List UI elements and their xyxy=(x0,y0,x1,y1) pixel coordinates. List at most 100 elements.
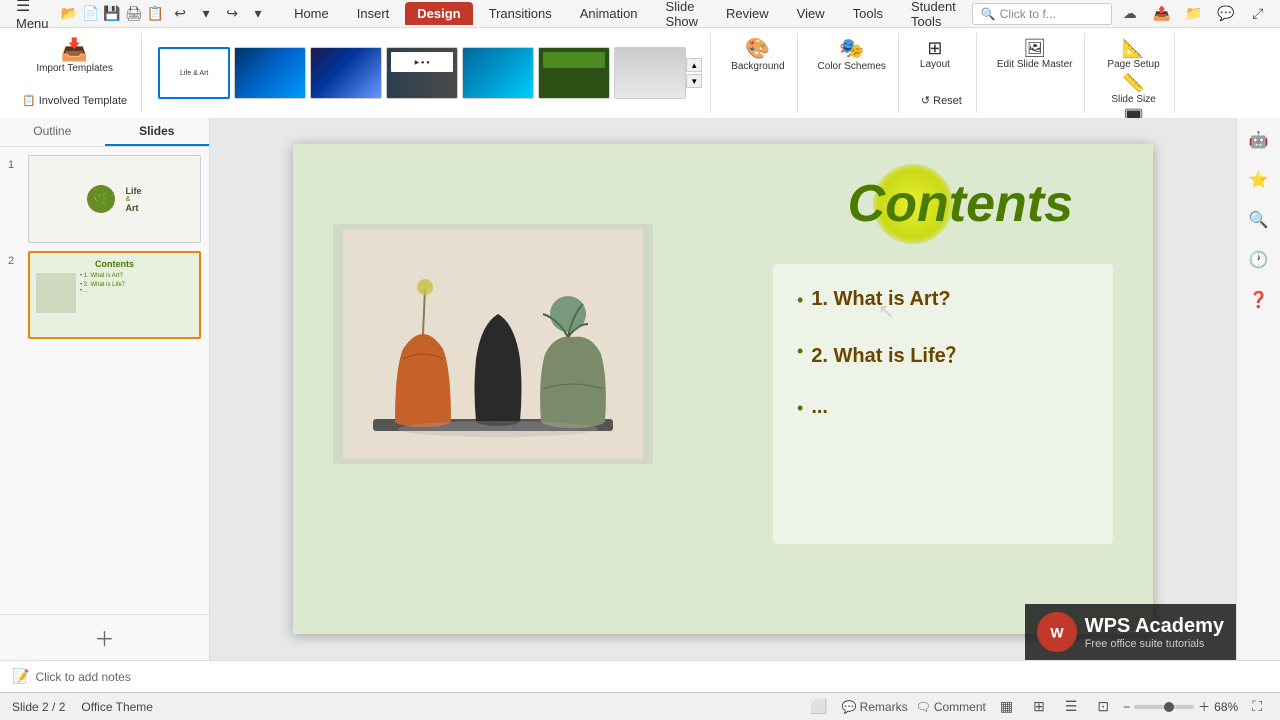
right-panel: 🤖 ⭐ 🔍 🕐 ❓ xyxy=(1236,118,1280,660)
slide-canvas[interactable]: Contents ↖ xyxy=(293,144,1153,634)
background-group: 🎨 Background xyxy=(719,33,797,113)
template-thumb-4[interactable]: ▶ ● ● xyxy=(386,47,458,99)
print-button[interactable]: 🖨 xyxy=(125,0,143,28)
template-thumb-7[interactable] xyxy=(614,47,686,99)
right-panel-btn-2[interactable]: ⭐ xyxy=(1241,162,1277,198)
ribbon-tab-transitions[interactable]: Transitions xyxy=(477,2,564,25)
strip-up-arrow[interactable]: ▲ xyxy=(686,58,702,72)
chat-icon[interactable]: 💬 xyxy=(1212,0,1240,28)
slide-thumb-1[interactable]: 🌿 Life & Art xyxy=(28,155,201,243)
redo-button[interactable]: ↪ xyxy=(220,2,244,26)
zoom-slider[interactable] xyxy=(1134,705,1194,709)
slide-canvas-wrapper: Contents ↖ xyxy=(293,144,1153,634)
undo-dropdown[interactable]: ▾ xyxy=(194,2,218,26)
zoom-level: 68% xyxy=(1214,700,1238,714)
normal-view-button[interactable]: ⬜ xyxy=(804,696,833,717)
strip-down-arrow[interactable]: ▼ xyxy=(686,74,702,88)
remarks-button[interactable]: 💬 Remarks xyxy=(842,700,908,714)
edit-slide-master-button[interactable]: 🖼 Edit Slide Master xyxy=(993,37,1077,72)
expand-icon[interactable]: ⤢ xyxy=(1244,0,1272,28)
templates-strip: Life & Art ▶ ● ● xyxy=(158,47,686,99)
slideshow-view-button[interactable]: ▦ xyxy=(994,696,1019,717)
page-setup-group: 📐 Page Setup 📏 Slide Size 🖥 Presentation xyxy=(1093,33,1174,113)
open-button[interactable]: 📂 xyxy=(61,0,78,28)
import-templates-button[interactable]: 📥 Import Templates xyxy=(32,37,117,76)
vases-svg xyxy=(343,229,643,459)
save-button[interactable]: 💾 xyxy=(103,0,120,28)
template-thumb-6[interactable] xyxy=(538,47,610,99)
svg-text:W: W xyxy=(1050,625,1064,641)
toolbar-right: 🔍 Click to f... ☁ 📤 📁 💬 ⤢ ⋯ xyxy=(972,0,1280,28)
outline-view-button[interactable]: ☰ xyxy=(1059,696,1084,717)
search-icon: 🔍 xyxy=(981,7,996,21)
cloud-icon[interactable]: ☁ xyxy=(1116,0,1144,28)
reset-icon: ↺ xyxy=(921,94,930,107)
comment-button[interactable]: 🗨 Comment xyxy=(916,700,986,714)
template-thumb-1[interactable]: Life & Art xyxy=(158,47,230,99)
layout-button[interactable]: ⊞ Layout xyxy=(915,37,955,72)
ribbon-tab-insert[interactable]: Insert xyxy=(345,2,402,25)
ribbon-tab-view[interactable]: View xyxy=(785,2,837,25)
fullscreen-button[interactable]: ⛶ xyxy=(1246,696,1268,717)
bullet-item-1: • 1. What is Art? xyxy=(797,288,1089,311)
content-box[interactable]: • 1. What is Art? • 2. What is Life？ • .… xyxy=(773,264,1113,544)
notes-icon: 📝 xyxy=(12,668,29,685)
search-box[interactable]: 🔍 Click to f... xyxy=(972,3,1112,25)
more-icon[interactable]: ⋯ xyxy=(1276,0,1280,28)
new-button[interactable]: 📄 xyxy=(82,0,99,28)
template-thumb-2[interactable] xyxy=(234,47,306,99)
master-icon: 🖼 xyxy=(1023,39,1046,57)
template-thumbnails-group: Life & Art ▶ ● ● ▲ ▼ xyxy=(150,33,711,113)
notes-text[interactable]: Click to add notes xyxy=(35,670,130,684)
slide-size-icon: 📏 xyxy=(1122,74,1144,92)
tab-slides[interactable]: Slides xyxy=(105,118,210,146)
layout-icon: ⊞ xyxy=(927,39,942,57)
zoom-in-button[interactable]: ＋ xyxy=(1198,698,1210,715)
right-panel-btn-5[interactable]: ❓ xyxy=(1241,282,1277,318)
bullet-text-3: ... xyxy=(811,396,828,419)
master-group: 🖼 Edit Slide Master xyxy=(985,33,1086,113)
slide-size-button[interactable]: 📏 Slide Size xyxy=(1107,72,1159,107)
ribbon-tab-home[interactable]: Home xyxy=(282,2,341,25)
undo-button[interactable]: ↩ xyxy=(168,2,192,26)
ribbon-tab-animation[interactable]: Animation xyxy=(568,2,650,25)
layout-items: ⊞ Layout xyxy=(915,37,955,72)
zoom-out-button[interactable]: − xyxy=(1123,700,1130,714)
template-thumb-3[interactable] xyxy=(310,47,382,99)
main-area: Outline Slides 1 🌿 Life & Art xyxy=(0,118,1280,660)
bullet-text-2: 2. What is Life？ xyxy=(811,339,965,368)
tab-outline[interactable]: Outline xyxy=(0,118,105,146)
page-setup-icon: 📐 xyxy=(1122,39,1144,57)
right-panel-btn-1[interactable]: 🤖 xyxy=(1241,122,1277,158)
involved-template-button[interactable]: 📋 Involved Template xyxy=(16,92,133,109)
right-panel-btn-3[interactable]: 🔍 xyxy=(1241,202,1277,238)
slides-list: 1 🌿 Life & Art xyxy=(0,147,209,614)
right-panel-btn-4[interactable]: 🕐 xyxy=(1241,242,1277,278)
pdf-button[interactable]: 📋 xyxy=(147,0,164,28)
reset-button[interactable]: ↺ Reset xyxy=(915,92,968,109)
ribbon-tab-design[interactable]: Design xyxy=(405,2,472,25)
ribbon-tab-review[interactable]: Review xyxy=(714,2,781,25)
background-button[interactable]: 🎨 Background xyxy=(727,37,788,74)
template-thumb-5[interactable] xyxy=(462,47,534,99)
ribbon-tab-tools[interactable]: Tools xyxy=(841,2,895,25)
slide-thumb-2[interactable]: Contents • 1. What is Art? • 2. What is … xyxy=(28,251,201,339)
add-slide-button[interactable]: ＋ xyxy=(95,623,115,652)
slide-title[interactable]: Contents xyxy=(848,174,1073,234)
list-item[interactable]: 1 🌿 Life & Art xyxy=(8,155,201,243)
bullet-text-1: 1. What is Art? xyxy=(811,288,950,311)
slide-image[interactable] xyxy=(333,224,653,464)
involved-icon: 📋 xyxy=(22,94,36,107)
list-item[interactable]: 2 Contents • 1. What is Art? • 2. What i… xyxy=(8,251,201,339)
grid-view-button[interactable]: ⊞ xyxy=(1027,696,1051,717)
slide2-preview: Contents • 1. What is Art? • 2. What is … xyxy=(30,253,199,337)
search-text: Click to f... xyxy=(1000,7,1056,21)
folder-icon[interactable]: 📁 xyxy=(1180,0,1208,28)
page-setup-button[interactable]: 📐 Page Setup xyxy=(1103,37,1163,72)
status-bar: Slide 2 / 2 Office Theme ⬜ 💬 Remarks 🗨 C… xyxy=(0,692,1280,720)
redo-dropdown[interactable]: ▾ xyxy=(246,2,270,26)
wps-logo: W xyxy=(1037,612,1077,652)
color-schemes-button[interactable]: 🎭 Color Schemes xyxy=(814,37,890,74)
fit-page-button[interactable]: ⊡ xyxy=(1091,696,1115,717)
share-icon[interactable]: 📤 xyxy=(1148,0,1176,28)
